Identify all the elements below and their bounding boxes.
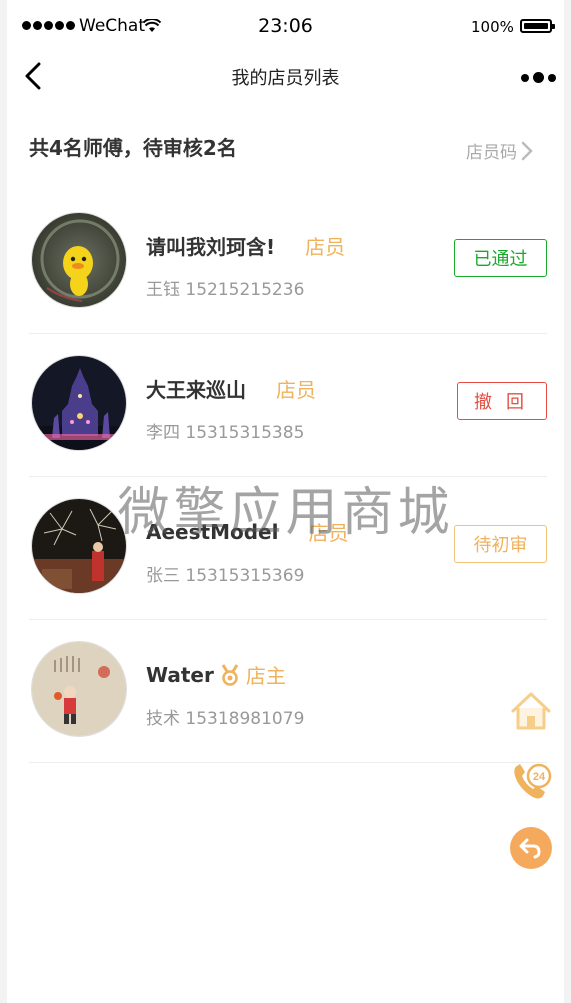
staff-dept: 技术 <box>146 709 180 729</box>
page-title: 我的店员列表 <box>231 68 340 89</box>
avatar <box>31 498 127 594</box>
staff-dept: 李四 <box>146 423 180 443</box>
staff-role: 店员 <box>305 235 346 259</box>
staff-info: 张三 15315315369 <box>146 561 304 586</box>
revoke-button[interactable]: 撤回 <box>457 382 547 420</box>
status-bar: WeChat 23:06 100% <box>7 0 564 52</box>
staff-row[interactable]: AeestModel 店员 张三 15315315369 待初审 <box>29 477 547 620</box>
home-icon[interactable] <box>509 690 553 732</box>
staff-phone: 15315315369 <box>185 566 305 586</box>
shop-code-link[interactable]: 店员码 <box>466 138 533 163</box>
staff-name-line: Water 店主 <box>146 660 286 689</box>
battery-percent: 100% <box>471 18 514 36</box>
staff-name: Water <box>146 662 214 687</box>
staff-name-line: 请叫我刘珂含! 店员 <box>146 231 345 260</box>
staff-dept: 王钰 <box>146 280 180 300</box>
staff-role: 店主 <box>245 664 286 688</box>
phone-screen: WeChat 23:06 100% 我的店员列表 共4名师傅，待审核2名 店员码 <box>7 0 564 1003</box>
staff-row[interactable]: 请叫我刘珂含! 店员 王钰 15215215236 已通过 <box>29 191 547 334</box>
staff-row[interactable]: Water 店主 技术 15318981079 <box>29 620 547 763</box>
staff-dept: 张三 <box>146 566 180 586</box>
staff-name: AeestModel <box>146 519 279 544</box>
staff-info: 技术 15318981079 <box>146 704 304 729</box>
pending-review-button[interactable]: 待初审 <box>454 525 547 563</box>
avatar <box>31 641 127 737</box>
staff-info: 李四 15315315385 <box>146 418 304 443</box>
staff-name: 大王来巡山 <box>146 378 246 402</box>
staff-name-line: 大王来巡山 店员 <box>146 374 316 403</box>
medal-icon <box>221 663 239 686</box>
back-arrow-icon[interactable] <box>510 827 552 869</box>
shop-code-label: 店员码 <box>466 143 517 163</box>
svg-text:24: 24 <box>533 771 546 783</box>
staff-phone: 15318981079 <box>185 709 305 729</box>
avatar <box>31 355 127 451</box>
staff-summary: 共4名师傅，待审核2名 <box>29 136 237 160</box>
chevron-right-icon <box>521 141 533 160</box>
more-menu-icon[interactable] <box>521 72 556 83</box>
avatar <box>31 212 127 308</box>
staff-role: 店员 <box>308 521 349 545</box>
nav-bar: 我的店员列表 <box>7 52 564 100</box>
approved-button[interactable]: 已通过 <box>454 239 547 277</box>
staff-name: 请叫我刘珂含! <box>146 235 276 259</box>
battery-icon <box>520 19 555 33</box>
staff-name-line: AeestModel 店员 <box>146 517 348 546</box>
phone-24-icon[interactable]: 24 <box>509 758 553 804</box>
staff-phone: 15315315385 <box>185 423 305 443</box>
staff-role: 店员 <box>276 378 316 402</box>
staff-row[interactable]: 大王来巡山 店员 李四 15315315385 撤回 <box>29 334 547 477</box>
staff-info: 王钰 15215215236 <box>146 275 304 300</box>
staff-phone: 15215215236 <box>185 280 305 300</box>
